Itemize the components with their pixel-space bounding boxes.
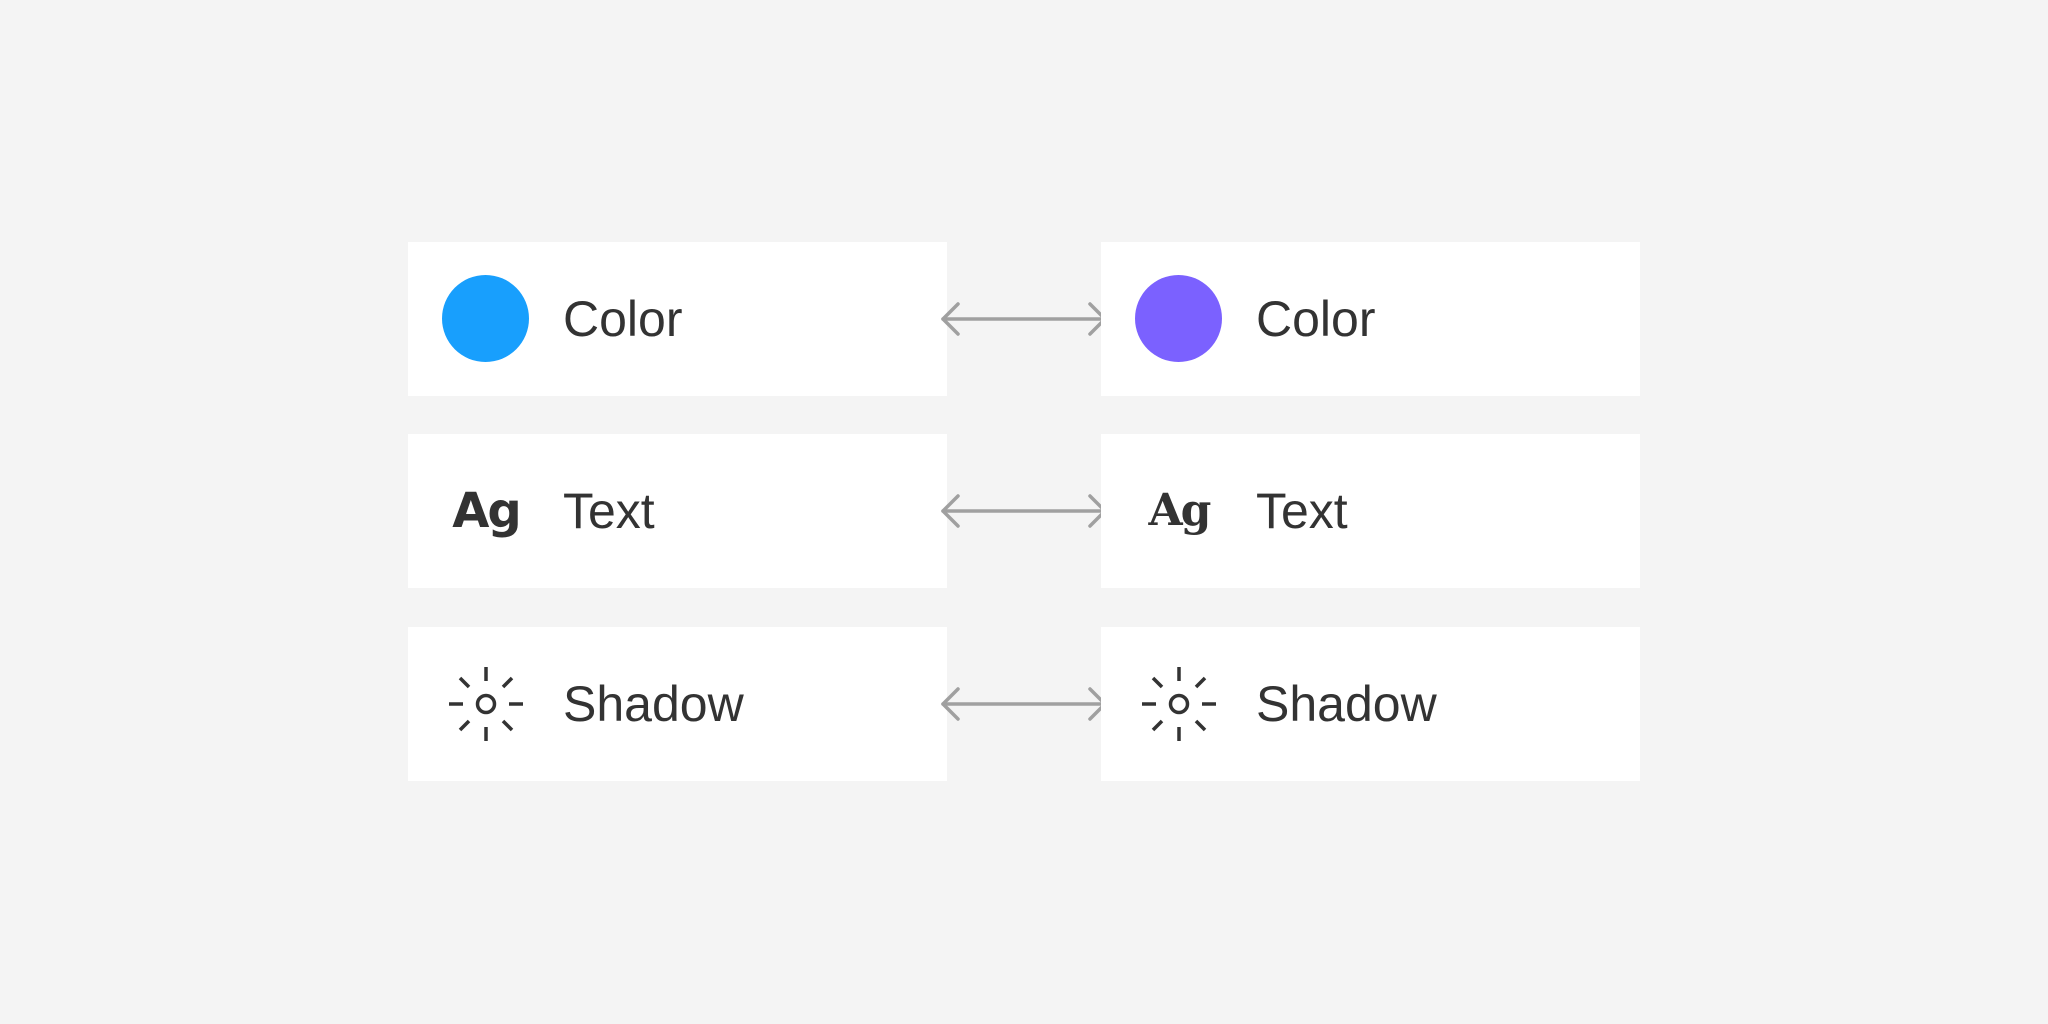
style-label: Shadow xyxy=(563,676,744,732)
sun-shadow-icon xyxy=(1142,667,1216,741)
sun-shadow-icon xyxy=(449,667,523,741)
style-card-shadow-left[interactable]: Shadow xyxy=(408,627,947,781)
text-style-icon: Ag xyxy=(452,483,522,539)
double-arrow-icon xyxy=(941,302,1107,336)
style-card-shadow-right[interactable]: Shadow xyxy=(1101,627,1640,781)
style-card-text-left[interactable]: Ag Text xyxy=(408,434,947,588)
style-card-color-left[interactable]: Color xyxy=(408,242,947,396)
color-swatch-icon xyxy=(442,275,529,362)
style-label: Shadow xyxy=(1256,676,1437,732)
style-label: Color xyxy=(563,291,683,347)
style-label: Text xyxy=(1256,483,1348,539)
double-arrow-icon xyxy=(941,687,1107,721)
double-arrow-icon xyxy=(941,494,1107,528)
style-label: Text xyxy=(563,483,655,539)
color-swatch-icon xyxy=(1135,275,1222,362)
style-label: Color xyxy=(1256,291,1376,347)
style-card-text-right[interactable]: Ag Text xyxy=(1101,434,1640,588)
style-card-color-right[interactable]: Color xyxy=(1101,242,1640,396)
text-style-icon: Ag xyxy=(1148,485,1212,536)
